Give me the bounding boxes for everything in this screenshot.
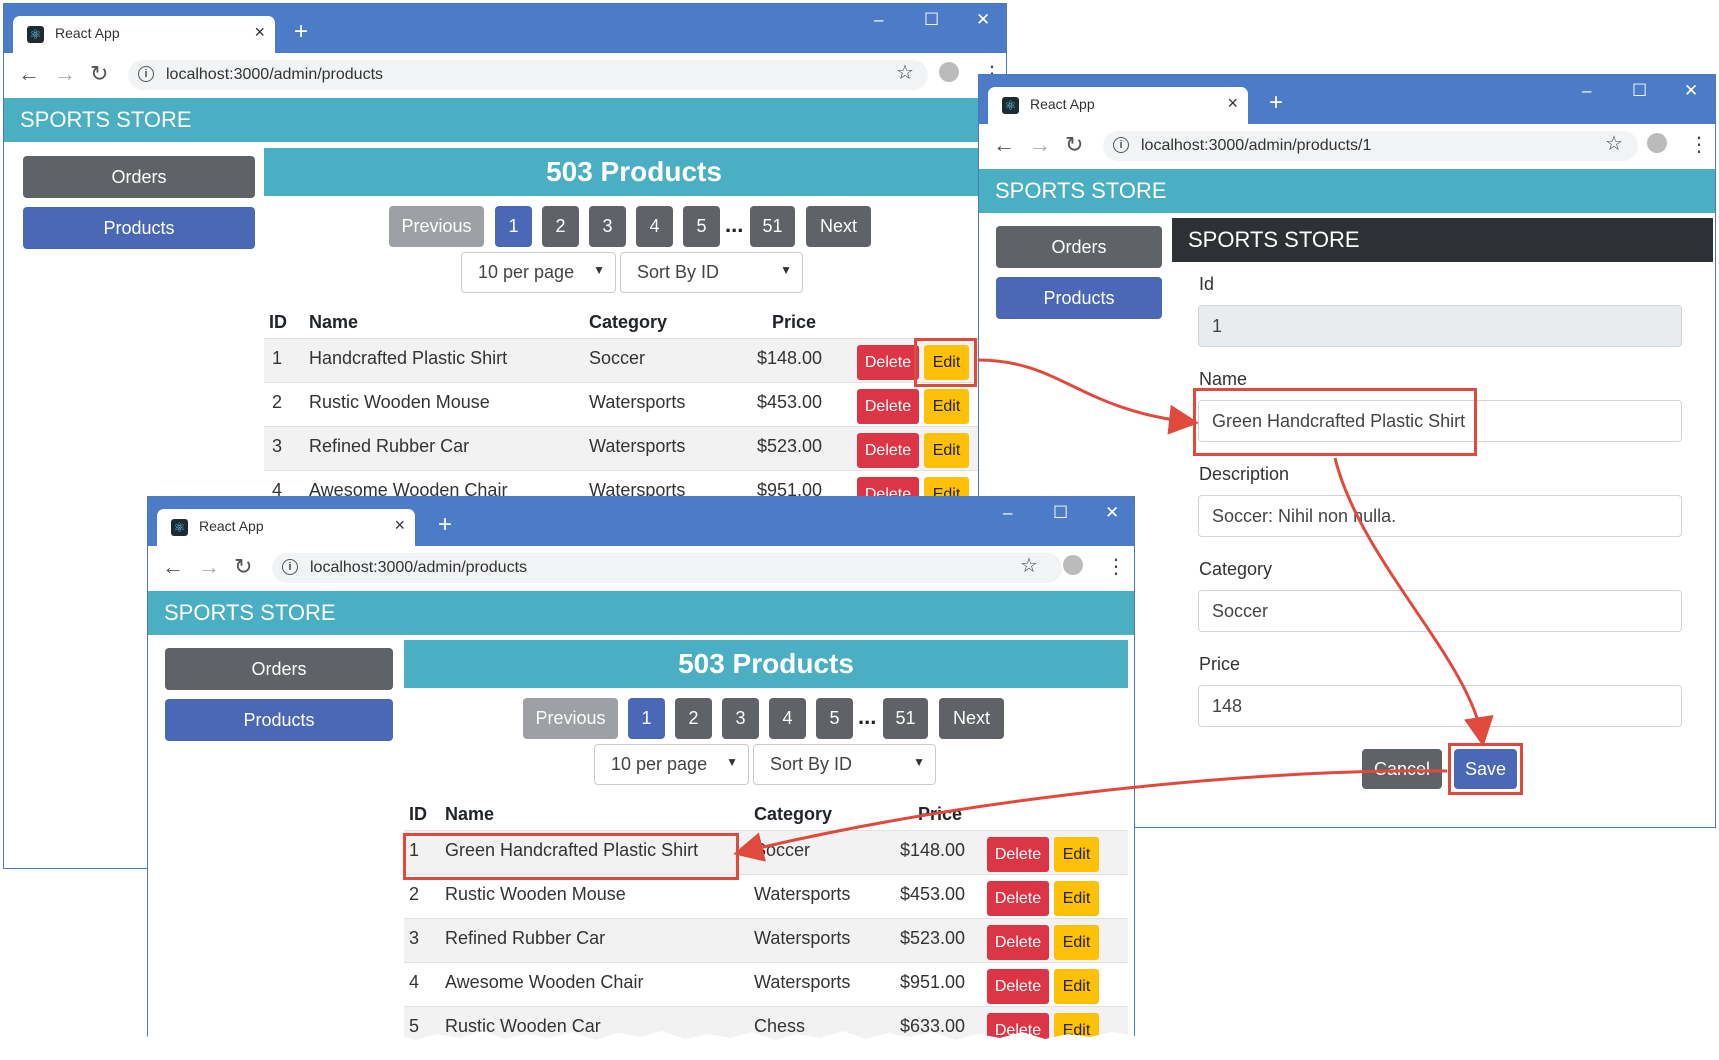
arrow-name-to-save (1333, 457, 1494, 747)
arrow-save-to-list (733, 769, 1448, 862)
arrow-edit-to-name (977, 358, 1199, 435)
flow-arrows (733, 358, 1494, 862)
